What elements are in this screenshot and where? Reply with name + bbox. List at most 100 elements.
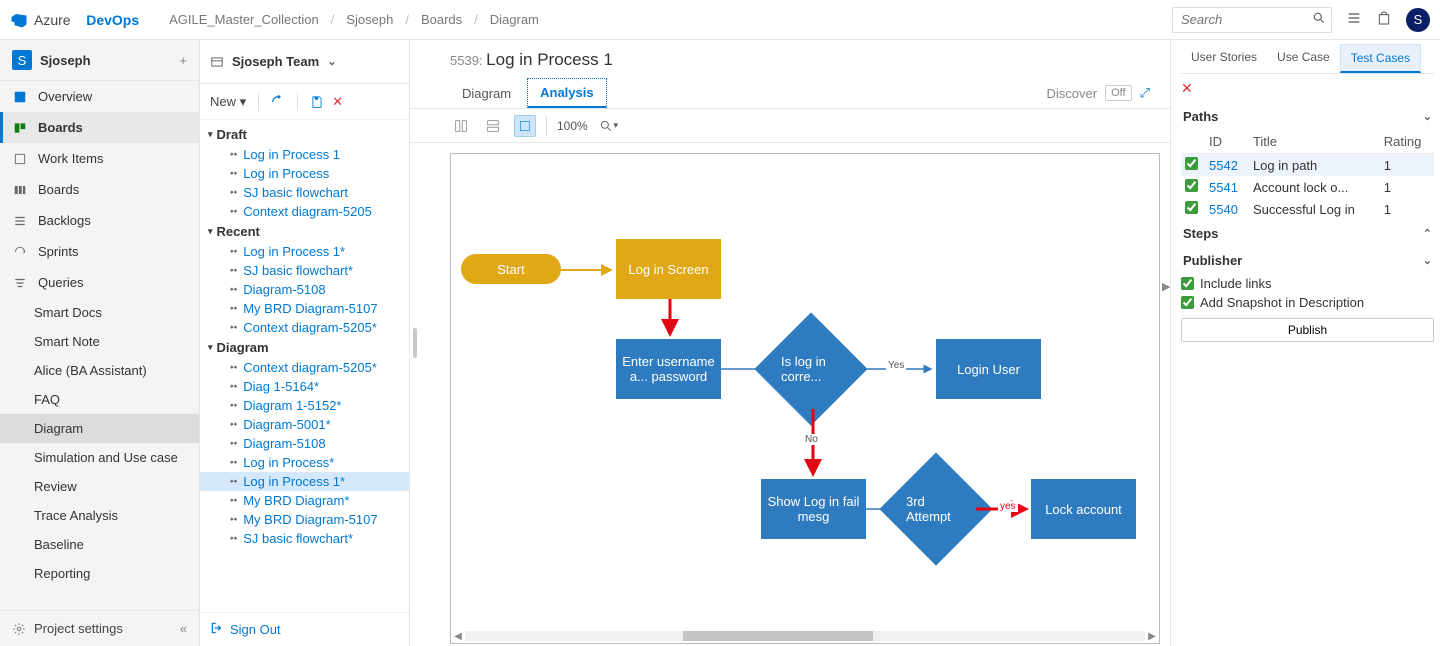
row-id[interactable]: 5541 [1209, 180, 1238, 195]
crumb-diagram[interactable]: Diagram [490, 12, 539, 27]
row-id[interactable]: 5542 [1209, 158, 1238, 173]
canvas-hscroll[interactable]: ◀ ▶ [451, 629, 1159, 643]
nav-sprints[interactable]: Sprints [0, 236, 199, 267]
nav-diagram[interactable]: Diagram [0, 414, 199, 443]
node-login-user[interactable]: Login User [936, 339, 1041, 399]
row-checkbox[interactable] [1185, 157, 1198, 170]
nav-queries[interactable]: Queries [0, 267, 199, 298]
section-paths[interactable]: Paths⌄ [1181, 103, 1434, 130]
tree-group-recent[interactable]: ▾Recent [200, 221, 409, 242]
tab-analysis[interactable]: Analysis [527, 78, 606, 108]
tree-leaf[interactable]: ⬩⬩Log in Process 1* [200, 472, 409, 491]
tree-leaf[interactable]: ⬩⬩Diagram-5108 [200, 434, 409, 453]
layout-1-icon[interactable] [450, 115, 472, 137]
crumb-collection[interactable]: AGILE_Master_Collection [169, 12, 319, 27]
table-row[interactable]: 5541Account lock o...1 [1181, 176, 1434, 198]
zoom-icon[interactable]: ▾ [598, 115, 620, 137]
crumb-project[interactable]: Sjoseph [346, 12, 393, 27]
team-header[interactable]: Sjoseph Team ⌄ [200, 40, 409, 84]
close-right-pane-icon[interactable]: ✕ [1181, 74, 1434, 103]
node-third-attempt[interactable]: 3rd Attempt [896, 469, 976, 549]
node-start[interactable]: Start [461, 254, 561, 284]
node-login-screen[interactable]: Log in Screen [616, 239, 721, 299]
avatar[interactable]: S [1406, 8, 1430, 32]
tree-leaf[interactable]: ⬩⬩SJ basic flowchart [200, 183, 409, 202]
brand[interactable]: Azure DevOps [10, 11, 139, 29]
chevron-down-icon[interactable]: ⌄ [327, 55, 336, 68]
nav-work-items[interactable]: Work Items [0, 143, 199, 174]
row-checkbox[interactable] [1185, 201, 1198, 214]
tree-leaf[interactable]: ⬩⬩Context diagram-5205* [200, 318, 409, 337]
project-row[interactable]: S Sjoseph + [0, 40, 199, 81]
section-publisher[interactable]: Publisher⌄ [1181, 247, 1434, 274]
search-input[interactable] [1172, 7, 1332, 33]
nav-review[interactable]: Review [0, 472, 199, 501]
row-id[interactable]: 5540 [1209, 202, 1238, 217]
section-steps[interactable]: Steps⌃ [1181, 220, 1434, 247]
scroll-right-icon[interactable]: ▶ [1145, 631, 1159, 642]
shopping-bag-icon[interactable] [1376, 10, 1392, 29]
nav-baseline[interactable]: Baseline [0, 530, 199, 559]
table-row[interactable]: 5540Successful Log in1 [1181, 198, 1434, 220]
tree-leaf[interactable]: ⬩⬩My BRD Diagram* [200, 491, 409, 510]
fullscreen-icon[interactable]: ⤢ [1140, 85, 1150, 101]
crumb-boards[interactable]: Boards [421, 12, 462, 27]
sign-out-link[interactable]: Sign Out [200, 612, 409, 646]
publish-button[interactable]: Publish [1181, 318, 1434, 342]
save-icon[interactable] [310, 95, 324, 109]
nav-alice[interactable]: Alice (BA Assistant) [0, 356, 199, 385]
canvas-frame[interactable]: Start Log in Screen Enter username a... … [450, 153, 1160, 644]
nav-overview[interactable]: Overview [0, 81, 199, 112]
settings-list-icon[interactable] [1346, 10, 1362, 29]
scroll-thumb[interactable] [683, 631, 873, 641]
nav-trace[interactable]: Trace Analysis [0, 501, 199, 530]
splitter-handle[interactable] [410, 40, 420, 646]
tree-leaf[interactable]: ⬩⬩Diagram 1-5152* [200, 396, 409, 415]
node-show-fail[interactable]: Show Log in fail mesg [761, 479, 866, 539]
tree-leaf[interactable]: ⬩⬩Log in Process 1* [200, 242, 409, 261]
new-button[interactable]: New ▾ [210, 94, 246, 110]
tree-leaf[interactable]: ⬩⬩Log in Process 1 [200, 145, 409, 164]
include-links-checkbox[interactable]: Include links [1181, 274, 1434, 293]
tab-diagram[interactable]: Diagram [450, 80, 523, 107]
tree-group-draft[interactable]: ▾Draft [200, 124, 409, 145]
tree-leaf[interactable]: ⬩⬩SJ basic flowchart* [200, 261, 409, 280]
project-settings-link[interactable]: Project settings [34, 621, 123, 636]
table-row[interactable]: 5542Log in path1 [1181, 154, 1434, 177]
expand-right-icon[interactable]: ▶ [1162, 280, 1170, 293]
delete-icon[interactable]: ✕ [332, 94, 343, 110]
tab-user-stories[interactable]: User Stories [1181, 44, 1267, 73]
search-icon[interactable] [1312, 11, 1326, 28]
nav-reporting[interactable]: Reporting [0, 559, 199, 588]
nav-faq[interactable]: FAQ [0, 385, 199, 414]
nav-boards-sub[interactable]: Boards [0, 174, 199, 205]
layout-2-icon[interactable] [482, 115, 504, 137]
nav-smart-docs[interactable]: Smart Docs [0, 298, 199, 327]
layout-3-icon[interactable] [514, 115, 536, 137]
tree-leaf[interactable]: ⬩⬩My BRD Diagram-5107 [200, 299, 409, 318]
tree-leaf[interactable]: ⬩⬩Diagram-5108 [200, 280, 409, 299]
nav-backlogs[interactable]: Backlogs [0, 205, 199, 236]
nav-boards[interactable]: Boards [0, 112, 199, 143]
scroll-left-icon[interactable]: ◀ [451, 631, 465, 642]
node-lock-account[interactable]: Lock account [1031, 479, 1136, 539]
refresh-icon[interactable] [271, 95, 285, 109]
tree-leaf[interactable]: ⬩⬩Context diagram-5205* [200, 358, 409, 377]
add-project-icon[interactable]: + [179, 53, 187, 68]
node-is-login-correct[interactable]: Is log in corre... [771, 329, 851, 409]
tree-group-diagram[interactable]: ▾Diagram [200, 337, 409, 358]
row-checkbox[interactable] [1185, 179, 1198, 192]
tree-leaf[interactable]: ⬩⬩Log in Process* [200, 453, 409, 472]
tree-leaf[interactable]: ⬩⬩Diagram-5001* [200, 415, 409, 434]
nav-smart-note[interactable]: Smart Note [0, 327, 199, 356]
tree-leaf[interactable]: ⬩⬩Log in Process [200, 164, 409, 183]
node-enter-credentials[interactable]: Enter username a... password [616, 339, 721, 399]
tab-test-cases[interactable]: Test Cases [1340, 44, 1421, 73]
tree-leaf[interactable]: ⬩⬩Context diagram-5205 [200, 202, 409, 221]
discover-toggle[interactable]: Off [1105, 85, 1131, 101]
tab-use-case[interactable]: Use Case [1267, 44, 1340, 73]
nav-simulation[interactable]: Simulation and Use case [0, 443, 199, 472]
snapshot-checkbox[interactable]: Add Snapshot in Description [1181, 293, 1434, 312]
tree-leaf[interactable]: ⬩⬩My BRD Diagram-5107 [200, 510, 409, 529]
tree-leaf[interactable]: ⬩⬩Diag 1-5164* [200, 377, 409, 396]
